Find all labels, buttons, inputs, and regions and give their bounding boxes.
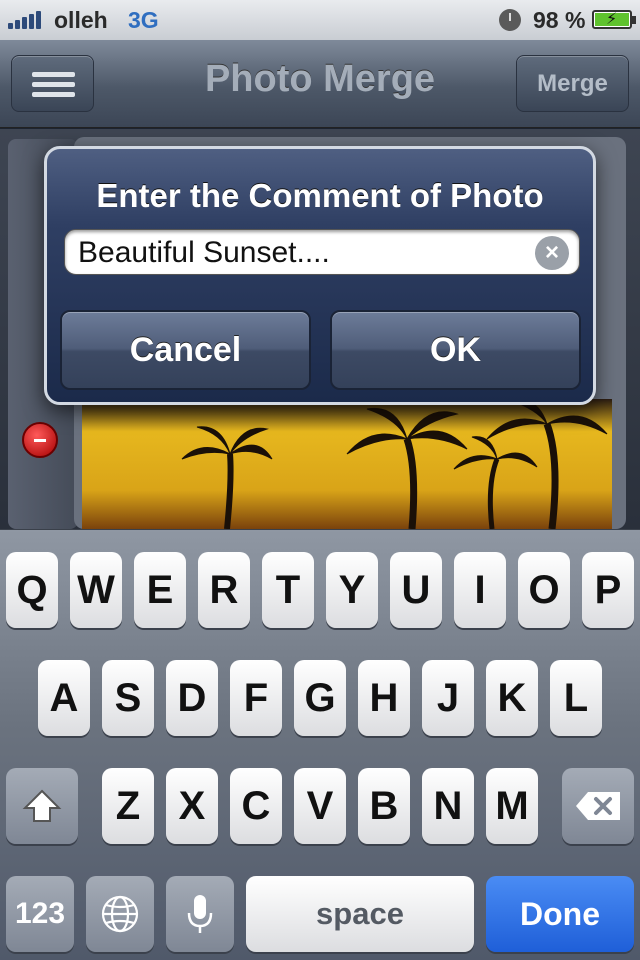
key-a[interactable]: A [38,660,90,736]
key-u[interactable]: U [390,552,442,628]
key-z[interactable]: Z [102,768,154,844]
backspace-icon [576,792,620,820]
key-h[interactable]: H [358,660,410,736]
carrier-name: olleh [54,7,108,33]
merge-button[interactable]: Merge [516,55,629,112]
signal-bars-icon [8,11,46,29]
comment-input-value: Beautiful Sunset.... [78,236,330,269]
key-b[interactable]: B [358,768,410,844]
navigation-bar: Photo Merge Merge [0,40,640,128]
key-g[interactable]: G [294,660,346,736]
backspace-key[interactable] [562,768,634,844]
network-type: 3G [128,7,159,33]
shift-key[interactable] [6,768,78,844]
dictation-key[interactable] [166,876,234,952]
ok-button[interactable]: OK [330,310,581,390]
key-o[interactable]: O [518,552,570,628]
hamburger-menu-icon [32,72,75,98]
clock-icon [499,9,521,31]
comment-input[interactable]: Beautiful Sunset.... × [64,229,580,275]
key-k[interactable]: K [486,660,538,736]
clear-text-icon[interactable]: × [535,236,569,270]
battery-percentage: 98 % [533,7,586,33]
key-c[interactable]: C [230,768,282,844]
key-x[interactable]: X [166,768,218,844]
status-bar: olleh 3G 98 % ⚡ [0,0,640,40]
comment-alert-dialog: Enter the Comment of Photo Beautiful Sun… [44,146,596,405]
key-r[interactable]: R [198,552,250,628]
key-f[interactable]: F [230,660,282,736]
key-y[interactable]: Y [326,552,378,628]
page-title: Photo Merge [204,58,436,100]
delete-circle-icon[interactable] [22,422,58,458]
photo-thumbnail[interactable] [82,399,612,529]
key-d[interactable]: D [166,660,218,736]
globe-key[interactable] [86,876,154,952]
key-w[interactable]: W [70,552,122,628]
numbers-key[interactable]: 123 [6,876,74,952]
battery-charging-icon: ⚡ [592,10,636,29]
alert-title: Enter the Comment of Photo [96,177,544,214]
space-key[interactable]: space [246,876,474,952]
shift-icon [22,789,62,822]
done-key[interactable]: Done [486,876,634,952]
globe-icon [101,895,139,933]
key-p[interactable]: P [582,552,634,628]
key-n[interactable]: N [422,768,474,844]
key-q[interactable]: Q [6,552,58,628]
key-l[interactable]: L [550,660,602,736]
key-v[interactable]: V [294,768,346,844]
key-j[interactable]: J [422,660,474,736]
key-e[interactable]: E [134,552,186,628]
microphone-icon [187,895,213,933]
cancel-button[interactable]: Cancel [60,310,311,390]
keyboard: Q W E R T Y U I O P A S D F G H J K L Z … [0,529,640,960]
menu-button[interactable] [11,55,94,112]
key-m[interactable]: M [486,768,538,844]
key-t[interactable]: T [262,552,314,628]
key-i[interactable]: I [454,552,506,628]
key-s[interactable]: S [102,660,154,736]
